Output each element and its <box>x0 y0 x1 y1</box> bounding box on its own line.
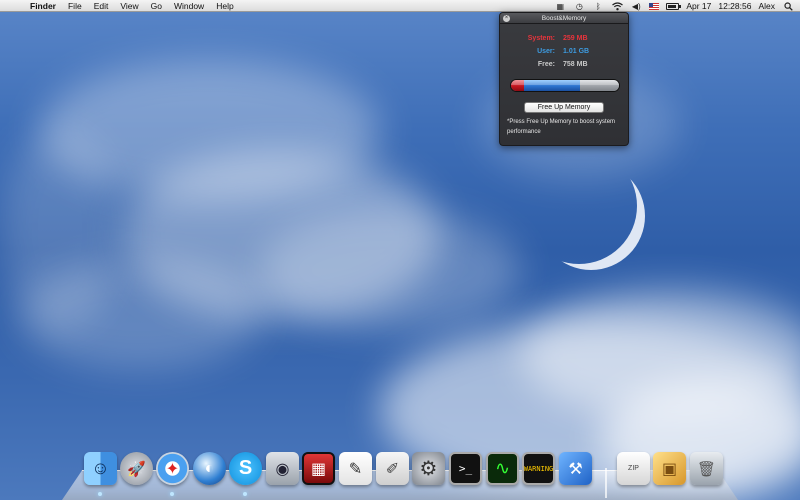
menubar-user[interactable]: Alex <box>758 1 775 11</box>
xcode-icon[interactable]: ⚒ <box>559 452 592 485</box>
menu-window[interactable]: Window <box>168 0 210 12</box>
running-indicator <box>243 492 247 496</box>
console-icon[interactable]: WARNING <box>522 452 555 485</box>
free-label: Free: <box>537 61 555 68</box>
dock-separator <box>605 468 607 498</box>
memory-monitor-icon[interactable]: ▦ <box>554 1 566 11</box>
user-memory-row: User: 1.01 GB <box>500 45 628 58</box>
battery-icon[interactable] <box>666 2 682 10</box>
safari-icon[interactable]: ✦ <box>156 452 189 485</box>
status-tray: ▦ ◷ ᛒ ◀) Apr 17 12:28:56 Alex <box>554 0 794 12</box>
menu-bar: Finder File Edit View Go Window Help ▦ ◷… <box>0 0 800 12</box>
menu-edit[interactable]: Edit <box>88 0 115 12</box>
bluetooth-icon[interactable]: ᛒ <box>592 1 604 11</box>
panel-titlebar: × Boost&Memory <box>500 13 628 24</box>
system-label: System: <box>527 35 555 42</box>
meter-gloss <box>511 80 619 85</box>
menu-go[interactable]: Go <box>145 0 168 12</box>
archive-icon[interactable]: ZIP <box>617 452 650 485</box>
spotlight-icon[interactable] <box>782 1 794 11</box>
system-memory-row: System: 259 MB <box>500 32 628 45</box>
input-source-flag-icon[interactable] <box>649 2 660 10</box>
free-up-memory-button[interactable]: Free Up Memory <box>524 102 604 113</box>
panel-title: Boost&Memory <box>541 15 587 22</box>
menu-file[interactable]: File <box>62 0 88 12</box>
user-label: User: <box>537 48 555 55</box>
trash-icon[interactable]: 🗑 <box>690 452 723 485</box>
terminal-icon[interactable]: >_ <box>449 452 482 485</box>
facetime-icon[interactable]: ◉ <box>266 452 299 485</box>
crescent-moon <box>555 168 645 270</box>
finder-icon[interactable]: ☺ <box>84 452 117 485</box>
memory-usage-meter <box>510 79 620 92</box>
photo-booth-icon[interactable]: ▦ <box>302 452 335 485</box>
wifi-icon[interactable] <box>611 1 623 11</box>
running-indicator <box>170 492 174 496</box>
running-indicator <box>98 492 102 496</box>
panel-note: *Press Free Up Memory to boost system pe… <box>507 119 616 135</box>
system-preferences-icon[interactable]: ⚙ <box>412 452 445 485</box>
close-icon[interactable]: × <box>503 15 510 22</box>
skype-icon[interactable]: S <box>229 452 262 485</box>
user-value: 1.01 GB <box>563 48 590 55</box>
time-machine-icon[interactable]: ◷ <box>573 1 585 11</box>
boost-memory-panel: × Boost&Memory System: 259 MB User: 1.01… <box>499 12 629 146</box>
activity-monitor-icon[interactable]: ∿ <box>486 452 519 485</box>
browser-icon[interactable]: ◐ <box>193 452 226 485</box>
preview-icon[interactable]: ✐ <box>376 452 409 485</box>
menubar-date[interactable]: Apr 17 <box>686 1 711 11</box>
volume-icon[interactable]: ◀) <box>630 1 642 11</box>
memory-stats: System: 259 MB User: 1.01 GB Free: 758 M… <box>500 32 628 71</box>
menubar-clock[interactable]: 12:28:56 <box>718 1 751 11</box>
free-memory-row: Free: 758 MB <box>500 58 628 71</box>
textedit-icon[interactable]: ✎ <box>339 452 372 485</box>
menu-help[interactable]: Help <box>210 0 239 12</box>
free-value: 758 MB <box>563 61 588 68</box>
cloud <box>260 210 520 330</box>
cloud <box>0 130 120 330</box>
system-value: 259 MB <box>563 35 588 42</box>
package-icon[interactable]: ▣ <box>653 452 686 485</box>
menu-view[interactable]: View <box>114 0 144 12</box>
launchpad-icon[interactable]: 🚀 <box>120 452 153 485</box>
menu-app-name[interactable]: Finder <box>24 0 62 12</box>
